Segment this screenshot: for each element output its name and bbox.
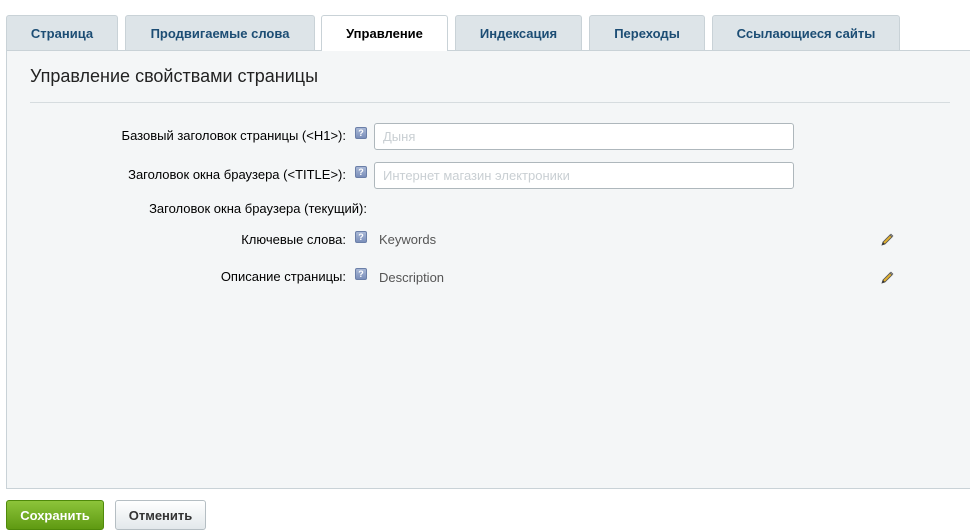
cancel-button[interactable]: Отменить: [115, 500, 206, 530]
panel-title: Управление свойствами страницы: [30, 66, 319, 86]
current-title-label: Заголовок окна браузера (текущий):: [149, 201, 367, 216]
keywords-label: Ключевые слова:: [241, 232, 346, 247]
save-button[interactable]: Сохранить: [6, 500, 104, 530]
help-icon[interactable]: ?: [355, 166, 367, 178]
h1-label: Базовый заголовок страницы (<H1>):: [121, 128, 346, 143]
h1-input[interactable]: [374, 123, 794, 150]
description-value: Description: [379, 270, 445, 285]
edit-pencil-icon[interactable]: [879, 270, 895, 286]
management-panel: Управление свойствами страницы Базовый з…: [6, 50, 970, 489]
tab-transitions[interactable]: Переходы: [589, 15, 705, 50]
title-label: Заголовок окна браузера (<TITLE>):: [128, 167, 346, 182]
tab-promoted-words[interactable]: Продвигаемые слова: [125, 15, 315, 50]
description-label: Описание страницы:: [220, 269, 346, 284]
tab-referring-sites[interactable]: Ссылающиеся сайты: [712, 15, 900, 50]
help-icon[interactable]: ?: [355, 127, 367, 139]
title-divider: [30, 102, 950, 103]
tab-page[interactable]: Страница: [6, 15, 118, 50]
help-icon[interactable]: ?: [355, 268, 367, 280]
tab-bar: Страница Продвигаемые слова Управление И…: [6, 15, 970, 51]
help-icon[interactable]: ?: [355, 231, 367, 243]
tab-management[interactable]: Управление: [321, 15, 448, 51]
tab-indexing[interactable]: Индексация: [455, 15, 582, 50]
edit-pencil-icon[interactable]: [879, 232, 895, 248]
title-input[interactable]: [374, 162, 794, 189]
keywords-value: Keywords: [379, 232, 437, 247]
